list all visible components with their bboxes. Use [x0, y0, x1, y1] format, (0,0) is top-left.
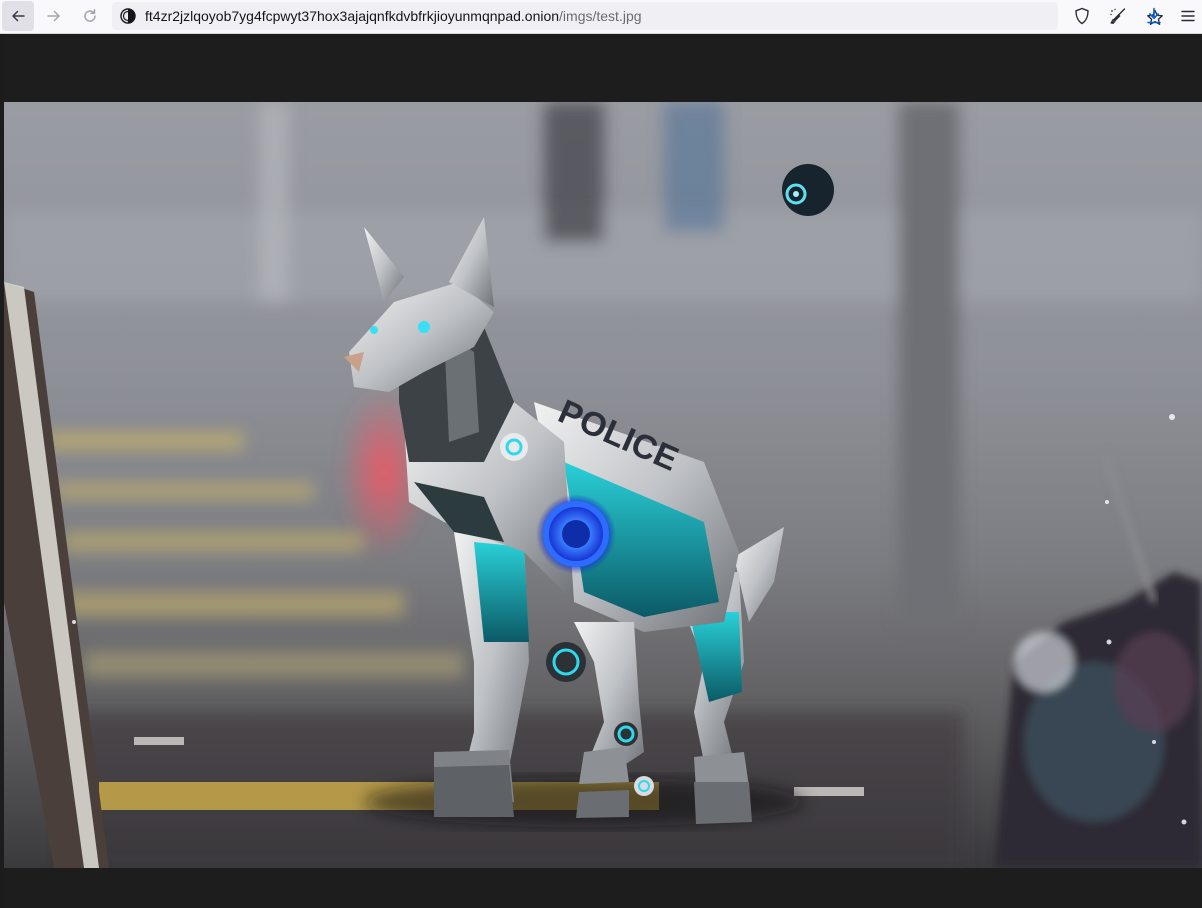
content-viewport: POLICE [4, 34, 1202, 908]
hamburger-menu-icon [1181, 10, 1195, 22]
forward-button[interactable] [38, 1, 70, 31]
app-menu-button[interactable] [1172, 1, 1202, 31]
reload-button[interactable] [74, 1, 106, 31]
image-view[interactable]: POLICE [4, 102, 1202, 868]
new-identity-button[interactable] [1102, 1, 1134, 31]
url-path: /imgs/test.jpg [559, 8, 642, 24]
address-bar[interactable]: ft4zr2jzlqoyob7yg4fcpwyt37hox3ajajqnfkdv… [112, 2, 1163, 30]
onion-site-icon [120, 8, 136, 24]
url-host: ft4zr2jzlqoyob7yg4fcpwyt37hox3ajajqnfkdv… [145, 8, 560, 24]
shield-icon [1075, 7, 1089, 25]
url-text[interactable]: ft4zr2jzlqoyob7yg4fcpwyt37hox3ajajqnfkdv… [145, 8, 642, 25]
download-icon [1147, 7, 1161, 24]
browser-window: ft4zr2jzlqoyob7yg4fcpwyt37hox3ajajqnfkdv… [0, 0, 1202, 908]
security-level-button[interactable] [1066, 1, 1098, 31]
downloads-button[interactable] [1138, 1, 1170, 31]
back-button[interactable] [2, 1, 34, 31]
arrow-right-icon [47, 10, 60, 22]
reload-icon [84, 9, 96, 22]
arrow-left-icon [12, 10, 25, 22]
robot-police-dog-image: POLICE [4, 102, 1202, 868]
broom-icon [1110, 8, 1126, 25]
navigation-toolbar: ft4zr2jzlqoyob7yg4fcpwyt37hox3ajajqnfkdv… [0, 0, 1202, 34]
